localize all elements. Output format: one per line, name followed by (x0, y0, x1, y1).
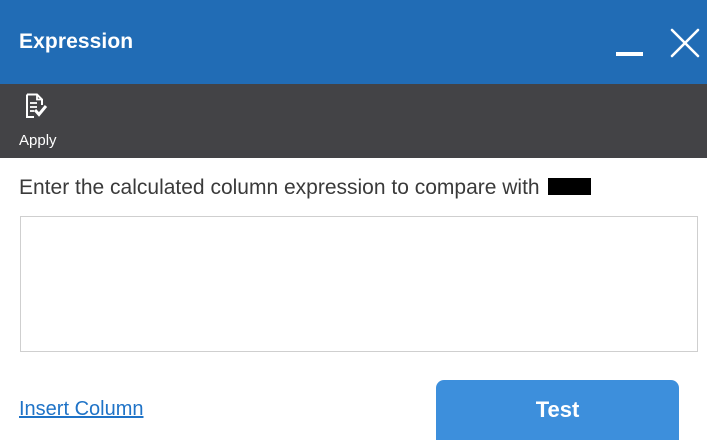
window-title: Expression (19, 30, 134, 53)
toolbar: Apply (0, 84, 707, 158)
prompt-text-row: Enter the calculated column expression t… (19, 176, 591, 200)
prompt-text: Enter the calculated column expression t… (19, 176, 540, 199)
redacted-column-name (547, 178, 591, 195)
title-bar: Expression (0, 0, 707, 84)
apply-label: Apply (19, 132, 57, 149)
close-icon (670, 28, 700, 58)
apply-button[interactable]: Apply (12, 90, 72, 152)
minimize-button[interactable] (612, 30, 648, 66)
insert-column-link[interactable]: Insert Column (19, 398, 144, 421)
document-check-icon (25, 93, 48, 119)
close-button[interactable] (668, 26, 702, 60)
test-button-label: Test (535, 397, 580, 422)
test-button[interactable]: Test (436, 380, 679, 440)
expression-dialog: Expression Apply Enter the calculated co… (0, 0, 707, 440)
minimize-icon (616, 52, 643, 56)
expression-input[interactable] (20, 216, 698, 352)
